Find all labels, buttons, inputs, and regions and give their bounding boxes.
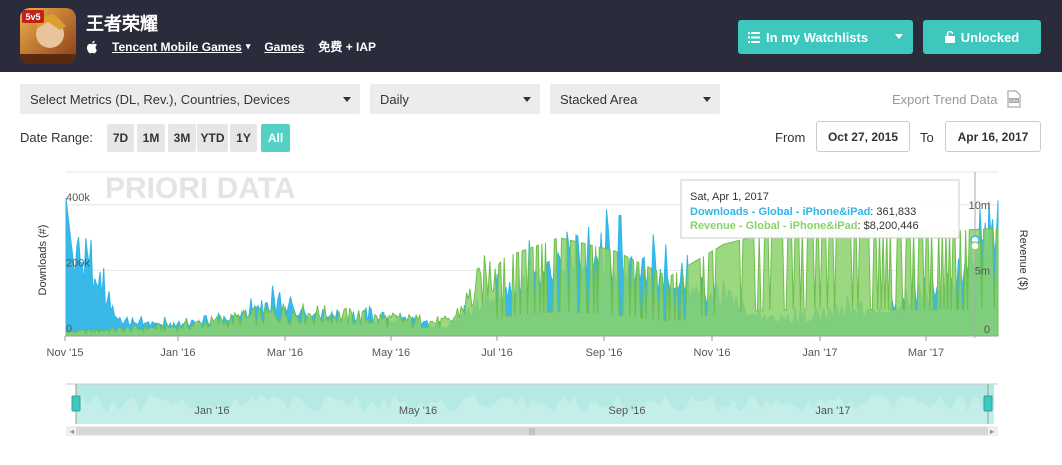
- app-title: 王者荣耀: [86, 14, 158, 34]
- publisher-link[interactable]: Tencent Mobile Games: [112, 40, 242, 54]
- x-tick-label: Jan '16: [160, 347, 195, 359]
- navigator-tick-label: Jan '17: [815, 405, 850, 417]
- x-tick-label: May '16: [372, 347, 410, 359]
- navigator-tick-label: Sep '16: [609, 405, 646, 417]
- tooltip-downloads-row: Downloads - Global - iPhone&iPad: 361,83…: [690, 206, 916, 218]
- app-icon: 5v5: [20, 8, 76, 64]
- chart-type-select[interactable]: Stacked Area: [550, 84, 720, 114]
- export-label: Export Trend Data: [892, 91, 998, 107]
- export-trend-data-button[interactable]: Export Trend Data CSV: [892, 90, 1022, 108]
- range-button-3m[interactable]: 3M: [168, 124, 196, 152]
- app-icon-badge: 5v5: [25, 12, 40, 22]
- watchlist-label: In my Watchlists: [766, 29, 869, 45]
- category-link[interactable]: Games: [264, 40, 304, 54]
- tooltip-downloads-label: Downloads - Global - iPhone&iPad: [690, 206, 870, 218]
- range-button-ytd[interactable]: YTD: [197, 124, 228, 152]
- y-right-tick-label: 0: [984, 324, 990, 336]
- navigator-handle-right[interactable]: [983, 395, 993, 412]
- to-label: To: [920, 130, 934, 145]
- chevron-down-icon: [343, 97, 351, 102]
- x-tick-label: Mar '16: [267, 347, 303, 359]
- svg-text:CSV: CSV: [1009, 98, 1018, 103]
- tooltip-downloads-value: 361,833: [876, 206, 916, 218]
- app-meta: Tencent Mobile Games ▾ Games 免费 + IAP: [86, 38, 376, 55]
- x-tick-label: Jul '16: [481, 347, 512, 359]
- x-tick-label: Nov '16: [694, 347, 731, 359]
- tooltip-date: Sat, Apr 1, 2017: [690, 191, 769, 203]
- navigator-handle-left[interactable]: [71, 395, 81, 412]
- unlocked-button[interactable]: Unlocked: [923, 20, 1041, 54]
- y-left-tick-label: 200k: [66, 257, 90, 269]
- tooltip-revenue-label: Revenue - Global - iPhone&iPad: [690, 220, 857, 232]
- metrics-select[interactable]: Select Metrics (DL, Rev.), Countries, De…: [20, 84, 360, 114]
- chart-type-select-value: Stacked Area: [560, 91, 638, 107]
- chart-svg[interactable]: PRIORI DATA Downloads (#) Revenue ($) 40…: [0, 160, 1062, 460]
- x-tick-label: Mar '17: [908, 347, 944, 359]
- chevron-down-icon: [523, 97, 531, 102]
- price-label: 免费 + IAP: [318, 40, 377, 54]
- apple-icon: [86, 40, 97, 53]
- unlock-icon: [944, 31, 955, 43]
- navigator-tick-label: Jan '16: [194, 405, 229, 417]
- range-button-1y[interactable]: 1Y: [230, 124, 257, 152]
- y-right-tick-label: 10m: [969, 200, 990, 212]
- navigator-tick-label: May '16: [399, 405, 437, 417]
- tooltip-point-revenue: [970, 241, 980, 251]
- from-date-input[interactable]: Oct 27, 2015: [816, 121, 910, 152]
- watchlist-button[interactable]: In my Watchlists: [738, 20, 913, 54]
- x-tick-label: Jan '17: [802, 347, 837, 359]
- trend-chart[interactable]: PRIORI DATA Downloads (#) Revenue ($) 40…: [0, 160, 1062, 460]
- y-left-tick-label: 0: [66, 323, 72, 335]
- date-range-label: Date Range:: [20, 130, 93, 145]
- range-button-1m[interactable]: 1M: [137, 124, 165, 152]
- publisher-caret-icon[interactable]: ▾: [246, 41, 251, 52]
- from-label: From: [775, 130, 806, 145]
- list-icon: [748, 31, 760, 43]
- unlocked-label: Unlocked: [960, 29, 1020, 45]
- x-tick-label: Nov '15: [47, 347, 84, 359]
- y-right-tick-label: 5m: [975, 265, 990, 277]
- scroll-right-icon[interactable]: ▸: [990, 427, 994, 436]
- y-left-tick-label: 400k: [66, 192, 90, 204]
- tooltip-revenue-row: Revenue - Global - iPhone&iPad: $8,200,4…: [690, 220, 919, 232]
- interval-select[interactable]: Daily: [370, 84, 540, 114]
- interval-select-value: Daily: [380, 91, 409, 107]
- watermark: PRIORI DATA: [105, 172, 296, 205]
- scroll-left-icon[interactable]: ◂: [70, 427, 74, 436]
- csv-file-icon: CSV: [1006, 90, 1021, 108]
- x-tick-label: Sep '16: [586, 347, 623, 359]
- to-date-input[interactable]: Apr 16, 2017: [945, 121, 1041, 152]
- y-axis-right-label: Revenue ($): [1017, 230, 1029, 291]
- app-header: 5v5 王者荣耀 Tencent Mobile Games ▾ Games 免费…: [0, 0, 1062, 72]
- range-button-all[interactable]: All: [261, 124, 290, 152]
- range-button-7d[interactable]: 7D: [107, 124, 134, 152]
- tooltip-revenue-value: $8,200,446: [864, 220, 919, 232]
- metrics-select-value: Select Metrics (DL, Rev.), Countries, De…: [30, 91, 290, 107]
- scrollbar-grip-icon: |||: [529, 427, 535, 436]
- y-axis-left-label: Downloads (#): [37, 225, 49, 296]
- chevron-down-icon: [703, 97, 711, 102]
- chevron-down-icon: [895, 34, 903, 39]
